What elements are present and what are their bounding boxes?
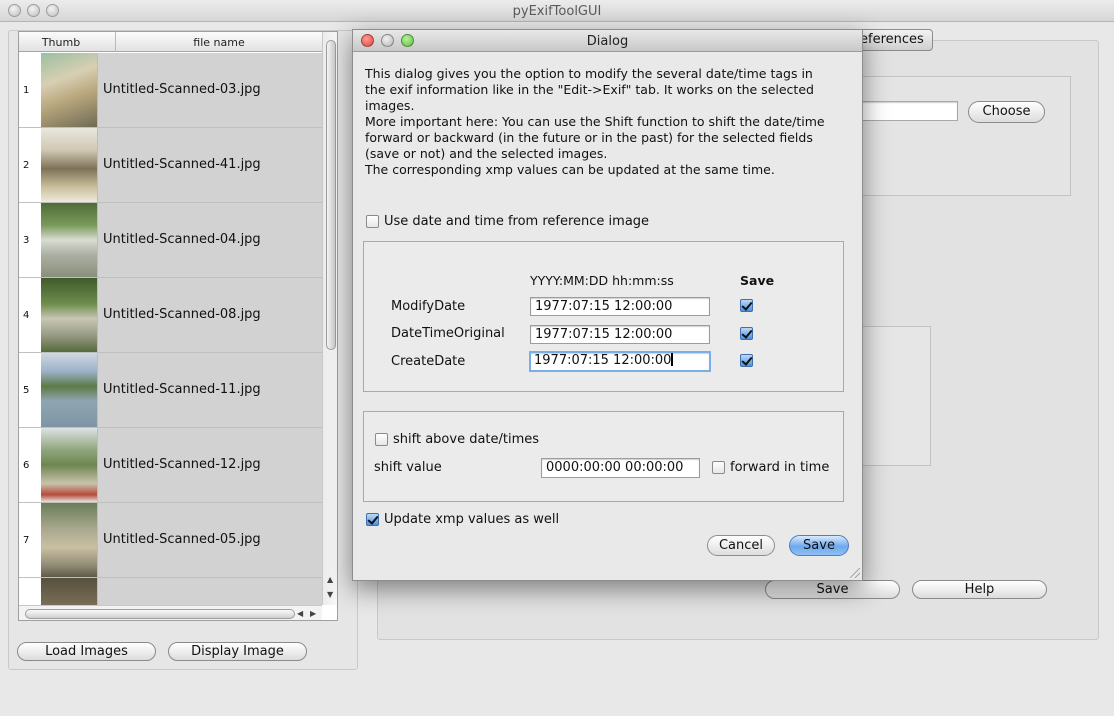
description-line: images. — [365, 98, 415, 113]
thumbnail-image — [41, 203, 97, 277]
thumbnail-image — [41, 53, 97, 127]
row-index: 2 — [23, 160, 30, 171]
table-rows: 1 Untitled-Scanned-03.jpg 2 Untitled-Sca… — [19, 53, 322, 618]
scroll-left-arrow-icon[interactable]: ◀ — [297, 609, 303, 618]
resize-grip-icon[interactable] — [850, 568, 860, 578]
vertical-scrollbar[interactable]: ▲ ▼ — [322, 32, 337, 605]
table-row[interactable]: 2 Untitled-Scanned-41.jpg — [19, 128, 322, 203]
file-name-cell: Untitled-Scanned-04.jpg — [97, 203, 322, 277]
save-column-header: Save — [740, 273, 775, 288]
modify-date-input[interactable]: 1977:07:15 12:00:00 — [530, 297, 710, 316]
horizontal-scroll-thumb[interactable] — [25, 609, 295, 619]
row-index: 1 — [23, 85, 30, 96]
display-image-button[interactable]: Display Image — [168, 642, 307, 661]
date-format-header: YYYY:MM:DD hh:mm:ss — [530, 273, 674, 288]
file-name-cell: Untitled-Scanned-11.jpg — [97, 353, 322, 427]
row-index: 7 — [23, 535, 30, 546]
table-row[interactable]: 5 Untitled-Scanned-11.jpg — [19, 353, 322, 428]
thumbnail-image — [41, 428, 97, 502]
dialog-titlebar: Dialog — [353, 30, 862, 52]
modify-date-save-checkbox[interactable] — [740, 299, 753, 312]
use-reference-checkbox[interactable] — [366, 215, 379, 228]
row-index: 6 — [23, 460, 30, 471]
create-date-label: CreateDate — [391, 354, 466, 369]
vertical-scroll-thumb[interactable] — [326, 40, 336, 350]
create-date-input[interactable]: 1977:07:15 12:00:00 — [529, 351, 711, 372]
thumbnail-image — [41, 128, 97, 202]
file-name-column-header[interactable]: file name — [116, 36, 322, 49]
shift-group: shift above date/times shift value 0000:… — [363, 411, 844, 502]
table-header: Thumb file name — [19, 32, 322, 52]
file-name-cell: Untitled-Scanned-41.jpg — [97, 128, 322, 202]
description-line: More important here: You can use the Shi… — [365, 114, 825, 129]
thumb-column-header[interactable]: Thumb — [41, 36, 81, 49]
table-row[interactable]: 4 Untitled-Scanned-08.jpg — [19, 278, 322, 353]
forward-in-time-checkbox[interactable] — [712, 461, 725, 474]
table-row[interactable]: 3 Untitled-Scanned-04.jpg — [19, 203, 322, 278]
thumbnail-image — [41, 353, 97, 427]
table-row[interactable]: 7 Untitled-Scanned-05.jpg — [19, 503, 322, 578]
horizontal-scrollbar[interactable]: ◀ ▶ — [19, 605, 322, 620]
shift-value-label: shift value — [374, 460, 442, 475]
scroll-up-arrow-icon[interactable]: ▲ — [327, 575, 333, 584]
row-index: 5 — [23, 385, 30, 396]
date-time-original-save-checkbox[interactable] — [740, 327, 753, 340]
scroll-right-arrow-icon[interactable]: ▶ — [310, 609, 316, 618]
load-images-button[interactable]: Load Images — [17, 642, 156, 661]
shift-checkbox[interactable] — [375, 433, 388, 446]
thumbnail-image — [41, 278, 97, 352]
cancel-button[interactable]: Cancel — [707, 535, 775, 556]
dates-group: YYYY:MM:DD hh:mm:ss Save ModifyDate 1977… — [363, 241, 844, 392]
shift-value-input[interactable]: 0000:00:00 00:00:00 — [541, 458, 700, 478]
modify-date-label: ModifyDate — [391, 299, 466, 314]
update-xmp-label: Update xmp values as well — [384, 512, 560, 527]
description-line: (save or not) and the selected images. — [365, 146, 608, 161]
dialog-description: This dialog gives you the option to modi… — [365, 66, 845, 178]
table-row[interactable]: 1 Untitled-Scanned-03.jpg — [19, 53, 322, 128]
description-line: the exif information like in the "Edit->… — [365, 82, 814, 97]
row-index: 4 — [23, 310, 30, 321]
save-button[interactable]: Save — [789, 535, 849, 556]
main-titlebar: pyExifToolGUI — [0, 0, 1114, 22]
date-time-dialog: Dialog This dialog gives you the option … — [352, 29, 863, 581]
shift-label: shift above date/times — [393, 432, 540, 447]
date-time-original-input[interactable]: 1977:07:15 12:00:00 — [530, 325, 710, 344]
scroll-down-arrow-icon[interactable]: ▼ — [327, 590, 333, 599]
description-line: forward or backward (in the future or in… — [365, 130, 813, 145]
use-reference-label: Use date and time from reference image — [384, 214, 650, 229]
forward-in-time-label: forward in time — [730, 460, 830, 475]
table-row[interactable]: 6 Untitled-Scanned-12.jpg — [19, 428, 322, 503]
file-name-cell: Untitled-Scanned-12.jpg — [97, 428, 322, 502]
help-button[interactable]: Help — [912, 580, 1047, 599]
description-line: This dialog gives you the option to modi… — [365, 66, 813, 81]
image-table: Thumb file name 1 Untitled-Scanned-03.jp… — [18, 31, 338, 621]
file-name-cell: Untitled-Scanned-03.jpg — [97, 53, 322, 127]
settings-group — [840, 76, 1071, 196]
choose-button[interactable]: Choose — [968, 101, 1045, 123]
date-time-original-label: DateTimeOriginal — [391, 326, 505, 341]
row-index: 3 — [23, 235, 30, 246]
create-date-value: 1977:07:15 12:00:00 — [534, 353, 672, 368]
thumbnail-image — [41, 503, 97, 577]
file-name-cell: Untitled-Scanned-08.jpg — [97, 278, 322, 352]
tab-preferences[interactable]: eferences — [855, 29, 933, 51]
file-name-cell: Untitled-Scanned-05.jpg — [97, 503, 322, 577]
create-date-save-checkbox[interactable] — [740, 354, 753, 367]
dialog-title: Dialog — [586, 34, 629, 49]
app-title: pyExifToolGUI — [512, 4, 602, 19]
update-xmp-checkbox[interactable] — [366, 513, 379, 526]
description-line: The corresponding xmp values can be upda… — [365, 162, 775, 177]
text-cursor — [671, 353, 674, 366]
background-save-button[interactable]: Save — [765, 580, 900, 599]
